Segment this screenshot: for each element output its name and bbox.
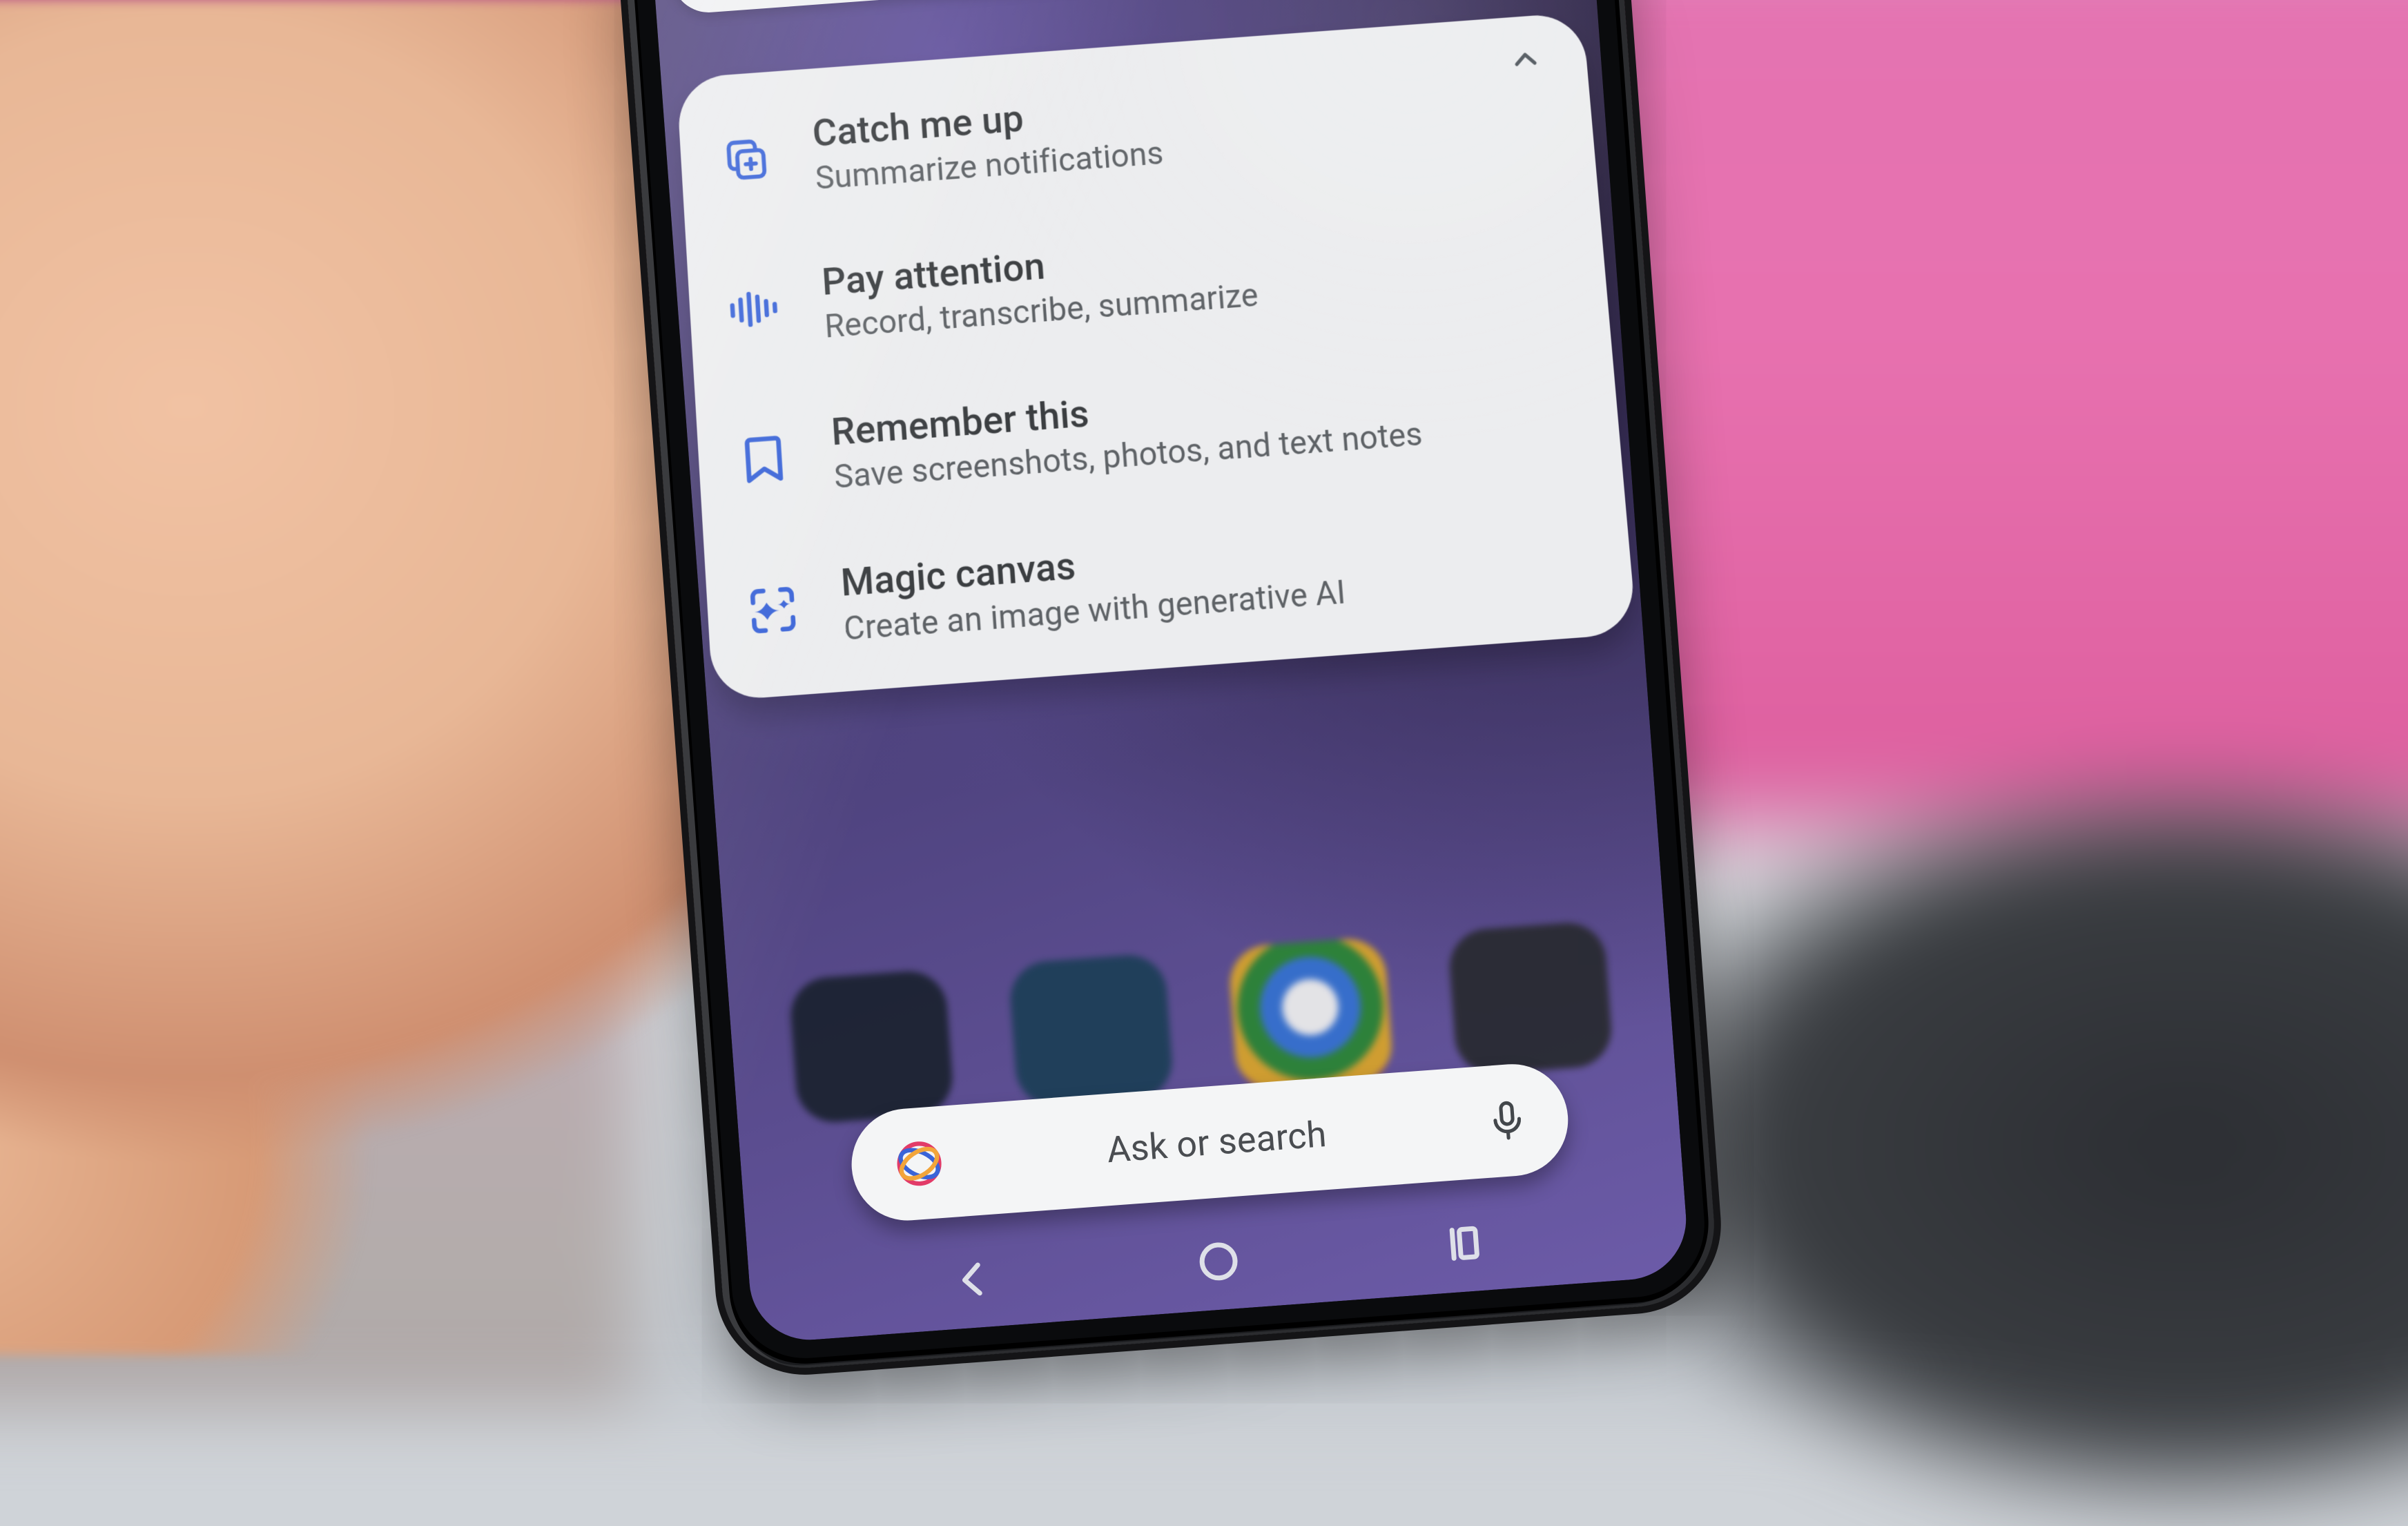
app-camera[interactable] <box>1447 920 1614 1076</box>
app-phone[interactable] <box>788 969 955 1125</box>
search-placeholder: Ask or search <box>977 1103 1457 1181</box>
phone-frame: Catch me up Summarize notifications <box>621 0 1720 1373</box>
magic-canvas-icon <box>739 576 806 644</box>
nav-recents-button[interactable] <box>1439 1217 1491 1269</box>
app-messages[interactable] <box>1008 952 1175 1108</box>
phone-screen: Catch me up Summarize notifications <box>651 0 1691 1344</box>
nav-home-button[interactable] <box>1193 1235 1245 1287</box>
microphone-icon[interactable] <box>1484 1097 1531 1144</box>
google-search-bar[interactable] <box>669 0 1516 15</box>
ai-suggestions-card: Catch me up Summarize notifications <box>677 12 1638 701</box>
catch-up-icon <box>712 126 779 193</box>
collapse-button[interactable] <box>1506 40 1545 81</box>
bookmark-icon <box>730 425 797 493</box>
waveform-icon <box>721 275 788 342</box>
chevron-up-icon <box>1506 40 1544 79</box>
moto-ai-icon <box>889 1132 951 1195</box>
app-chrome[interactable] <box>1227 936 1395 1092</box>
nav-back-button[interactable] <box>946 1254 998 1306</box>
